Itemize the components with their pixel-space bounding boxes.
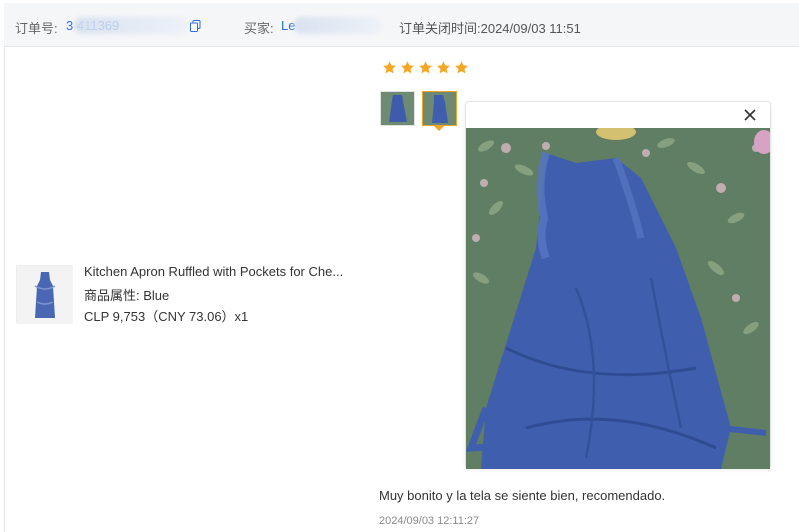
- star-icon: [437, 61, 450, 74]
- order-header: 订单号: 3 411369 买家: Le 订单关闭时间:2024/09/03 1…: [4, 3, 799, 47]
- review-text: Muy bonito y la tela se siente bien, rec…: [379, 488, 666, 503]
- product-attribute: 商品属性: Blue: [84, 288, 170, 303]
- product-thumbnail[interactable]: [16, 265, 73, 324]
- order-number-label: 订单号:: [15, 21, 58, 36]
- product-price: CLP 9,753（CNY 73.06）x1: [84, 309, 249, 324]
- order-number-redaction: [74, 17, 188, 34]
- star-icon: [383, 61, 396, 74]
- product-title[interactable]: Kitchen Apron Ruffled with Pockets for C…: [84, 264, 343, 279]
- review-image-thumb-1[interactable]: [380, 91, 415, 126]
- review-image-thumb-2[interactable]: [422, 91, 457, 126]
- buyer-redaction: [294, 17, 382, 34]
- star-icon: [401, 61, 414, 74]
- review-time: 2024/09/03 12:11:27: [379, 515, 480, 527]
- panel-border: [4, 47, 5, 532]
- close-icon[interactable]: [742, 107, 758, 123]
- order-closed-time: 订单关闭时间:2024/09/03 11:51: [399, 21, 581, 36]
- star-icon: [455, 61, 468, 74]
- selected-thumb-caret: [434, 126, 444, 131]
- buyer-label: 买家:: [244, 21, 274, 36]
- review-photo: [466, 128, 770, 469]
- star-icon: [419, 61, 432, 74]
- copy-icon[interactable]: [190, 20, 201, 32]
